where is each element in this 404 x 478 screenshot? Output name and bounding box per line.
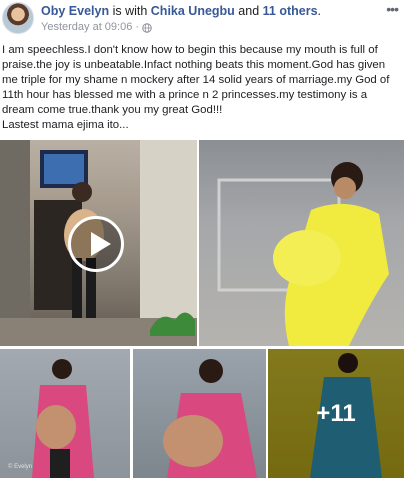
post-body-paragraph: I am speechless.I don't know how to begi…	[2, 44, 390, 116]
more-photos-overlay[interactable]: +11	[268, 349, 404, 478]
meta-separator: ·	[135, 21, 140, 33]
belly	[36, 405, 76, 449]
more-options-icon[interactable]: •••	[386, 2, 399, 16]
post-body: I am speechless.I don't know how to begi…	[2, 43, 400, 133]
period: .	[317, 4, 322, 18]
photo-tile[interactable]	[199, 140, 404, 346]
with-text: is with	[109, 4, 151, 18]
post-header: Oby Evelyn is with Chika Unegbu and 11 o…	[0, 0, 404, 40]
tagged-user-link[interactable]: Chika Unegbu	[151, 4, 235, 18]
photo-tile-more[interactable]: +11	[268, 349, 404, 478]
photo-scene	[32, 359, 94, 478]
photo-tile[interactable]	[133, 349, 266, 478]
person-head	[72, 182, 92, 202]
author-line: Oby Evelyn is with Chika Unegbu and 11 o…	[41, 4, 321, 19]
video-thumbnail[interactable]	[0, 140, 197, 346]
photo-scene	[163, 359, 257, 478]
doorway	[0, 140, 30, 346]
dark-outfit	[50, 449, 70, 478]
globe-icon	[142, 22, 152, 33]
photo-tile[interactable]: © Evelyn	[0, 349, 130, 478]
others-link[interactable]: 11 others	[263, 4, 318, 18]
tv-screen	[44, 154, 84, 184]
belly	[163, 415, 223, 467]
person-face	[334, 177, 356, 199]
author-name-link[interactable]: Oby Evelyn	[41, 4, 109, 18]
watermark: © Evelyn	[8, 464, 33, 470]
author-avatar[interactable]	[2, 2, 34, 34]
person-hair	[52, 359, 72, 379]
post-body-paragraph: Lastest mama ejima ito...	[2, 119, 129, 131]
play-icon[interactable]	[68, 216, 124, 272]
post-meta: Yesterday at 09:06 ·	[41, 21, 152, 34]
and-text: and	[234, 4, 263, 18]
more-photos-count: +11	[316, 399, 356, 427]
dress-belly	[273, 230, 341, 286]
photo-scene	[217, 162, 389, 346]
timestamp-link[interactable]: Yesterday at 09:06	[41, 21, 132, 34]
person-hair	[199, 359, 223, 383]
